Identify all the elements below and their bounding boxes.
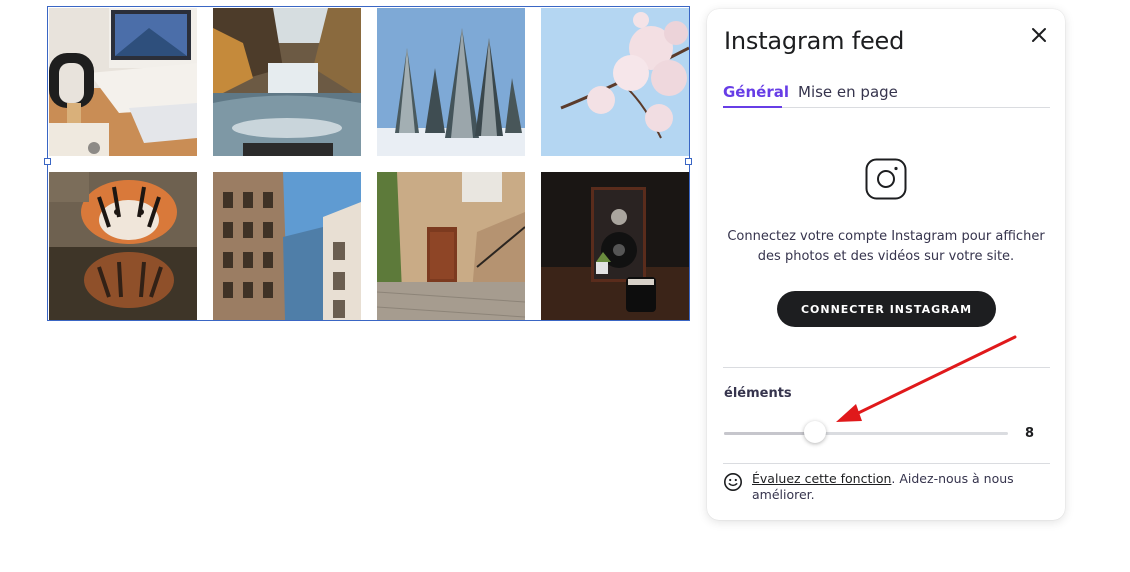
photo-stone-street [377,172,525,320]
panel-title: Instagram feed [724,27,905,55]
photo-laptop-desk [49,8,197,156]
slider-thumb[interactable] [803,421,826,443]
divider [723,367,1050,368]
instagram-feed-panel: Instagram feed Général Mise en page Conn… [707,9,1065,520]
photo-speaker [541,172,689,320]
elements-slider[interactable] [724,421,1008,443]
photo-buildings [213,172,361,320]
elements-value: 8 [1025,426,1035,441]
divider [723,463,1050,464]
connect-instagram-button[interactable]: CONNECTER INSTAGRAM [777,291,996,327]
resize-handle-right[interactable] [685,158,692,165]
tab-general[interactable]: Général [723,83,789,101]
close-icon[interactable] [1029,25,1049,45]
connect-description: Connectez votre compte Instagram pour af… [727,229,1045,264]
active-tab-indicator [723,106,782,108]
elements-label: éléments [724,386,792,401]
rate-feature-link[interactable]: Évaluez cette fonction [752,471,891,486]
feedback-text: Évaluez cette fonction. Aidez-nous à nou… [752,471,1022,503]
slider-fill [724,432,815,435]
panel-tabs: Général Mise en page [723,81,1050,108]
tab-layout[interactable]: Mise en page [798,83,898,101]
photo-cherry-blossom [541,8,689,156]
instagram-icon [865,158,907,200]
smiley-icon [724,473,742,491]
instagram-feed-widget[interactable] [44,6,692,321]
photo-snowy-trees [377,8,525,156]
photo-tiger [49,172,197,320]
photo-waterfall [213,8,361,156]
resize-handle-left[interactable] [44,158,51,165]
